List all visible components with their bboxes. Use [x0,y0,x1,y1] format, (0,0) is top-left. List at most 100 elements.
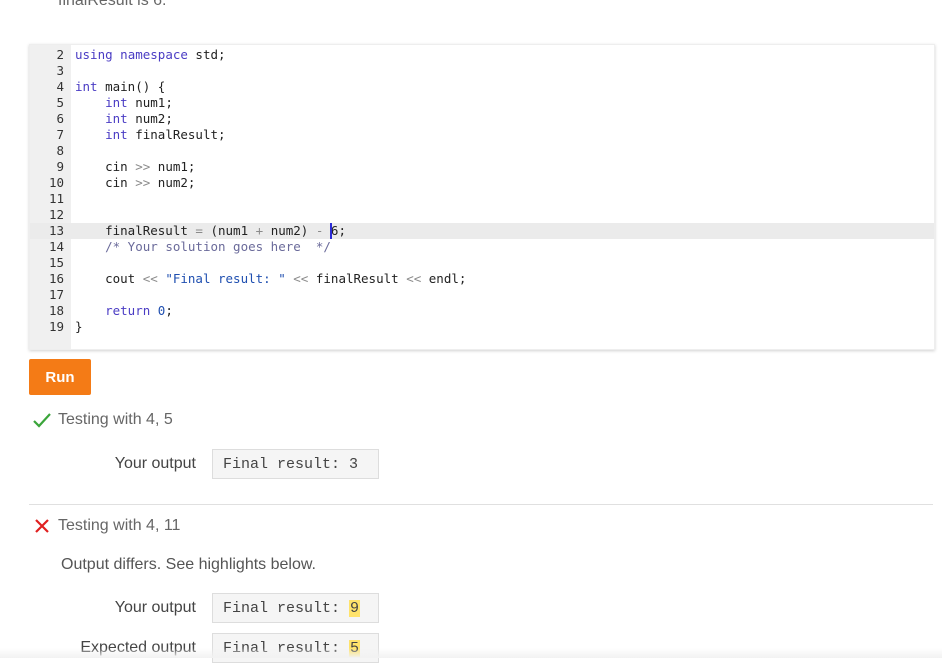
code-token: using [75,47,113,62]
code-line[interactable]: 16 cout << "Final result: " << finalResu… [30,271,934,287]
output-text: Final result: [223,455,350,473]
code-line[interactable]: 19} [30,319,934,335]
line-number: 2 [56,47,64,62]
code-line[interactable]: 13 finalResult = (num1 + num2) - 6; [30,223,934,239]
line-number: 10 [48,175,64,190]
text-cursor: 6 [330,223,339,238]
line-number: 13 [48,223,64,238]
code-text[interactable]: finalResult = (num1 + num2) - 6; [75,223,346,239]
code-token: ; [165,303,173,318]
code-token: >> [135,159,151,174]
line-number: 11 [48,191,64,206]
code-token: finalResult; [127,127,226,142]
code-text[interactable]: /* Your solution goes here */ [75,239,331,255]
x-mark-icon [32,516,52,536]
code-text[interactable]: using namespace std; [75,47,226,63]
code-token: << [293,271,309,286]
line-number: 4 [56,79,64,94]
code-token: /* Your solution goes here */ [105,239,331,254]
code-line[interactable]: 10 cin >> num2; [30,175,934,191]
code-line[interactable]: 11 [30,191,934,207]
divider [29,504,933,505]
code-token: int [105,111,128,126]
code-token: num2; [150,175,196,190]
code-line[interactable]: 17 [30,287,934,303]
code-token: int [105,127,128,142]
test-result-1-title: Testing with 4, 5 [32,410,173,430]
code-line[interactable]: 4 int main() { [30,79,934,95]
code-token: int [75,79,98,94]
code-text[interactable]: } [75,319,83,335]
line-number: 8 [56,143,64,158]
line-number: 6 [56,111,64,126]
line-number: 5 [56,95,64,110]
code-line[interactable]: 5 int num1; [30,95,934,111]
code-text[interactable]: cin >> num2; [75,175,195,191]
code-line[interactable]: 3 [30,63,934,79]
your-output-label: Your output [114,455,196,472]
code-token: num1; [150,159,196,174]
output-value: 3 [349,455,359,473]
code-text[interactable]: int finalResult; [75,127,226,143]
code-line[interactable]: 18 return 0; [30,303,934,319]
code-line[interactable]: 14 /* Your solution goes here */ [30,239,934,255]
code-token: finalResult [308,271,407,286]
line-number: 7 [56,127,64,142]
code-text[interactable]: int main() { [75,79,165,95]
line-number: 3 [56,63,64,78]
line-number: 19 [48,319,64,334]
test-result-2-label: Testing with 4, 11 [58,517,181,534]
code-text[interactable]: int num1; [75,95,173,111]
checkmark-icon [32,410,52,430]
code-token: } [75,319,83,334]
code-token: return [105,303,151,318]
code-text[interactable]: int num2; [75,111,173,127]
code-line[interactable]: 12 [30,207,934,223]
test-result-2-title: Testing with 4, 11 [32,516,180,536]
test-result-1-label: Testing with 4, 5 [58,411,173,428]
code-editor[interactable]: 2 using namespace std; 3 4 int main() {5 int… [29,44,935,350]
code-token: main() { [97,79,166,94]
code-token: cin [75,175,136,190]
line-number: 16 [48,271,64,286]
diff-highlight: 9 [349,599,361,617]
code-text[interactable]: return 0; [75,303,173,319]
code-token: "Final result: " [165,271,286,286]
code-token: num2) [263,223,316,238]
your-output-box: Final result: 9 [212,593,379,623]
code-token: namespace [120,47,188,62]
output-text: Final result: [223,599,350,617]
previous-instruction-text: finalResult is 6. [58,0,167,9]
line-number: 14 [48,239,64,254]
run-button[interactable]: Run [29,359,91,395]
code-token: cout [75,271,143,286]
code-token: std; [187,47,226,62]
line-number: 15 [48,255,64,270]
code-text[interactable]: cout << "Final result: " << finalResult … [75,271,466,287]
code-token: finalResult [75,223,196,238]
output-differs-note: Output differs. See highlights below. [61,556,316,573]
code-line[interactable]: 9 cin >> num1; [30,159,934,175]
line-number: 18 [48,303,64,318]
code-text[interactable]: cin >> num1; [75,159,195,175]
code-line[interactable]: 15 [30,255,934,271]
line-number: 9 [56,159,64,174]
code-line[interactable]: 7 int finalResult; [30,127,934,143]
code-token: num1; [127,95,173,110]
code-line[interactable]: 8 [30,143,934,159]
line-number: 12 [48,207,64,222]
code-token: << [406,271,422,286]
line-number: 17 [48,287,64,302]
code-line[interactable]: 6 int num2; [30,111,934,127]
code-line[interactable]: 2 using namespace std; [30,47,934,63]
your-output-label: Your output [114,599,196,616]
code-token: << [142,271,158,286]
code-token: cin [75,159,136,174]
code-token: (num1 [202,223,256,238]
code-token: endl; [421,271,467,286]
